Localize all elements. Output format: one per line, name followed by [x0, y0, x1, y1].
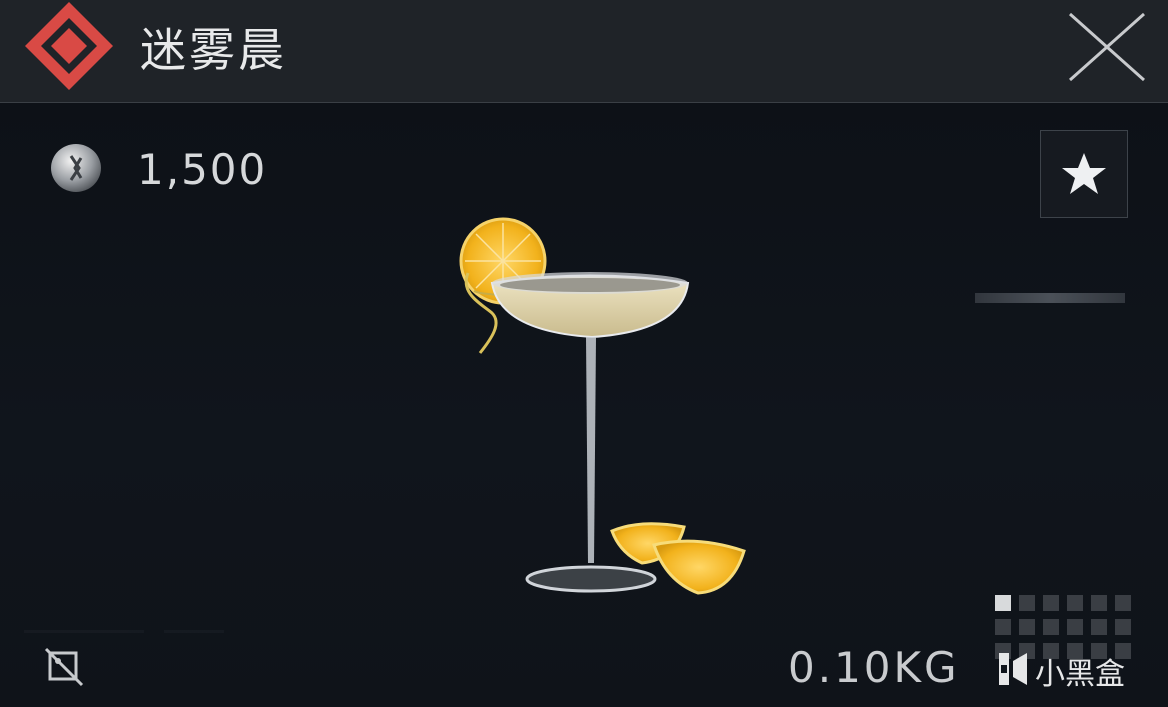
item-header: 迷雾晨: [0, 0, 1168, 103]
watermark: 小黑盒: [995, 645, 1145, 692]
no-drop-icon: [44, 647, 84, 687]
favorite-button[interactable]: [1040, 130, 1128, 218]
price-value: 1,500: [137, 145, 268, 194]
star-icon: [1062, 153, 1106, 194]
item-body: 1,500 0.10KG 小黑盒: [0, 103, 1168, 707]
watermark-text: 小黑盒: [1035, 657, 1125, 692]
diamond-rarity-icon: [25, 2, 113, 90]
close-icon[interactable]: [1066, 10, 1148, 84]
item-detail-panel: 迷雾晨 1,500 0.10KG 小黑盒: [0, 0, 1168, 707]
coin-icon: [51, 144, 101, 192]
item-name: 迷雾晨: [140, 23, 287, 77]
decorative-stripe: [975, 293, 1125, 303]
cocktail-glass-image: [459, 217, 746, 595]
item-weight: 0.10KG: [788, 643, 960, 692]
xiaoheihe-logo-icon: [999, 653, 1027, 685]
